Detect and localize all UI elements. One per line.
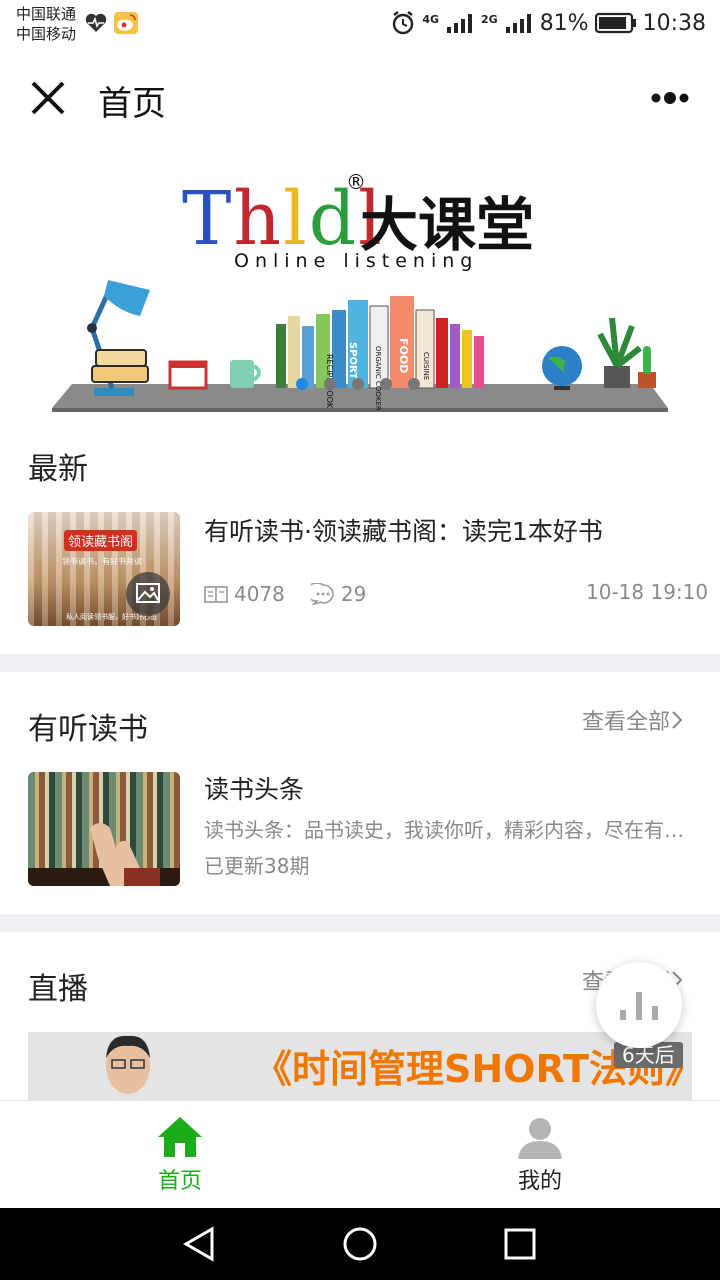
health-icon: [84, 12, 108, 38]
bookshelf-illustration: [52, 280, 668, 412]
audio-book-item[interactable]: 读书头条 读书头条：品书读史，我读你听，精彩内容，尽在有… 已更新38期: [0, 770, 720, 890]
tab-mine[interactable]: 我的: [360, 1101, 720, 1209]
live-heading: 直播: [28, 972, 88, 1007]
latest-heading: 最新: [28, 452, 88, 487]
close-icon: [31, 81, 65, 115]
audio-bars-icon: [620, 992, 658, 1020]
speaker-portrait: [106, 1035, 150, 1094]
audio-book-thumbnail: [28, 772, 180, 886]
more-button[interactable]: [646, 80, 694, 116]
user-icon: [518, 1118, 562, 1159]
thumb-subtitle: 领书读书，有好书共读: [62, 557, 142, 566]
carousel-dot[interactable]: [352, 378, 364, 390]
carrier-2: 中国移动: [16, 25, 77, 43]
spine-food: FOOD: [397, 338, 410, 374]
weibo-icon: [114, 12, 138, 38]
latest-item-title: 有听读书·领读藏书阁：读完1本好书: [204, 517, 603, 546]
tab-home-label: 首页: [157, 1169, 202, 1194]
battery-percent: 81%: [539, 10, 589, 36]
image-badge-icon: [126, 572, 170, 616]
home-icon: [158, 1117, 202, 1157]
audio-book-title: 读书头条: [204, 775, 305, 804]
section-divider: [0, 654, 720, 672]
spine-sport: SPORT: [347, 342, 358, 380]
page-title: 首页: [98, 84, 166, 124]
banner-carousel[interactable]: Thldl ® 大课堂 Online listening SPORT ORGAN…: [0, 146, 720, 430]
back-icon[interactable]: [180, 1226, 220, 1262]
carousel-dot[interactable]: [296, 378, 308, 390]
latest-item[interactable]: 领读藏书阁 领书读书，有好书共读 私人阅读领书服，好书好心态 有听读书·领读藏书…: [0, 500, 720, 640]
signal-icon-1: [447, 14, 472, 33]
carousel-dot[interactable]: [324, 378, 336, 390]
system-nav-bar: [0, 1208, 720, 1280]
spine-cuisine: CUISINE: [422, 352, 430, 381]
audio-books-heading: 有听读书: [28, 712, 148, 747]
live-banner[interactable]: 《时间管理SHORT法则》 6天后: [28, 1032, 692, 1100]
network-2g-label: 2G: [481, 12, 498, 26]
tab-mine-label: 我的: [517, 1169, 562, 1194]
audio-book-desc: 读书头条：品书读史，我读你听，精彩内容，尽在有…: [204, 818, 684, 842]
carrier-info: 中国联通 中国移动: [16, 4, 76, 44]
battery-icon: [594, 12, 636, 34]
read-count: 4078: [234, 582, 285, 606]
more-dots-icon: [651, 92, 689, 104]
latest-item-stats: 4078 29: [204, 582, 366, 606]
carrier-1: 中国联通: [16, 5, 77, 23]
alarm-icon: [393, 11, 414, 35]
comment-icon: [310, 583, 334, 605]
clock: 10:38: [642, 10, 706, 36]
thumb-title: 领读藏书阁: [64, 530, 138, 551]
status-right: 4G 2G 81% 10:38: [390, 10, 706, 36]
close-button[interactable]: [28, 78, 68, 118]
signal-icon-2: [505, 14, 531, 33]
chevron-right-icon: [672, 711, 683, 729]
latest-thumbnail: 领读藏书阁 领书读书，有好书共读 私人阅读领书服，好书好心态: [28, 512, 180, 626]
see-all-label: 查看全部: [582, 710, 671, 735]
hand-icon: [90, 823, 160, 886]
carousel-dot[interactable]: [380, 378, 392, 390]
tab-bar: 首页 我的: [0, 1100, 720, 1209]
audio-books-see-all[interactable]: 查看全部: [582, 704, 684, 736]
status-bar: 中国联通 中国移动 4G 2G 81% 10:38: [0, 0, 720, 50]
network-4g-label: 4G: [422, 12, 439, 26]
recents-icon[interactable]: [502, 1226, 538, 1262]
nav-bar: 首页: [0, 50, 720, 146]
carousel-dot[interactable]: [408, 378, 420, 390]
comment-count: 29: [340, 582, 367, 606]
carousel-indicator: [296, 378, 420, 390]
read-count-icon: [204, 586, 228, 603]
latest-item-date: 10-18 19:10: [586, 580, 709, 604]
section-divider: [0, 914, 720, 932]
audio-player-button[interactable]: [596, 962, 682, 1048]
tab-home[interactable]: 首页: [0, 1101, 360, 1209]
audio-book-updated: 已更新38期: [204, 854, 310, 878]
home-circle-icon[interactable]: [340, 1226, 380, 1262]
